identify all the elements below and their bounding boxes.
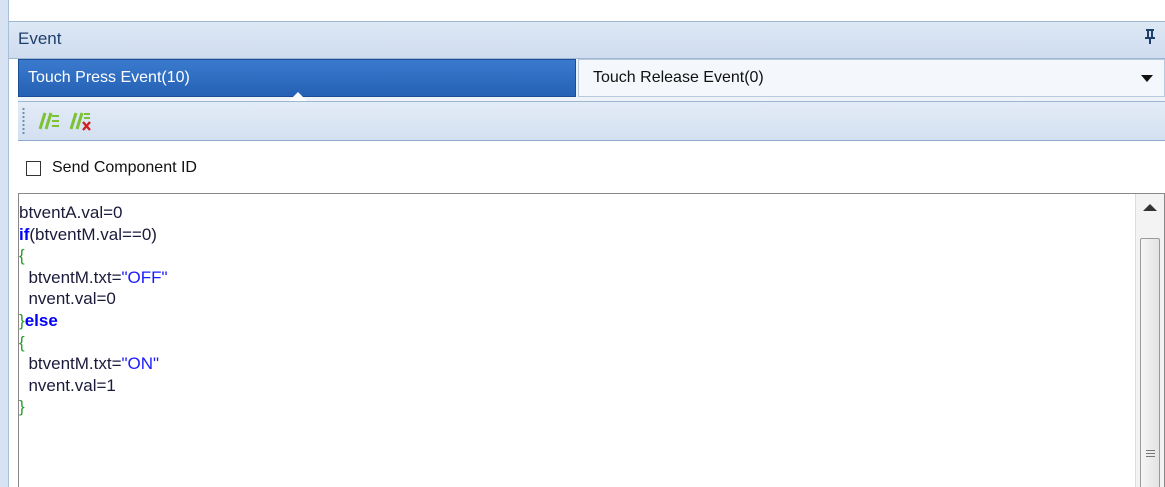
panel-title: Event <box>18 29 62 48</box>
panel-title-bar: Event <box>9 21 1165 59</box>
tab-label: Touch Press Event(10) <box>28 69 190 86</box>
scroll-thumb[interactable] <box>1140 238 1160 487</box>
code-line: } <box>19 397 25 417</box>
event-window: Event Touch Press Event(10) Touch Releas… <box>0 0 1165 487</box>
comment-lines-icon[interactable] <box>32 107 62 135</box>
code-line: { <box>19 246 25 266</box>
tab-touch-release-event[interactable]: Touch Release Event(0) <box>578 59 1165 97</box>
code-line: btventA.val=0 <box>19 203 123 222</box>
code-text[interactable]: btventA.val=0 if(btventM.val==0){ btventM… <box>19 202 1129 418</box>
code-line: nvent.val=1 <box>19 375 116 395</box>
tab-touch-press-event[interactable]: Touch Press Event(10) <box>18 59 576 101</box>
event-tab-bar: Touch Press Event(10) Touch Release Even… <box>18 59 1165 102</box>
send-component-id-checkbox[interactable] <box>26 161 41 176</box>
code-line: btventM.txt="OFF" <box>19 267 168 287</box>
code-line: nvent.val=0 <box>19 289 116 309</box>
uncomment-lines-icon[interactable] <box>66 107 96 135</box>
toolbar-grip[interactable] <box>22 107 25 135</box>
active-tab-indicator <box>289 92 307 101</box>
code-line: if(btventM.val==0) <box>19 224 157 244</box>
event-panel: Event Touch Press Event(10) Touch Releas… <box>9 8 1165 487</box>
code-line: btventM.txt="ON" <box>19 354 160 374</box>
scroll-up-arrow-icon[interactable] <box>1143 204 1157 211</box>
editor-toolbar <box>18 102 1165 141</box>
pin-icon[interactable] <box>1143 27 1157 45</box>
code-line: { <box>19 332 25 352</box>
code-line: }else <box>19 310 58 330</box>
send-component-id-label[interactable]: Send Component ID <box>52 159 197 177</box>
tab-label: Touch Release Event(0) <box>593 69 764 86</box>
vertical-scrollbar[interactable] <box>1135 194 1164 487</box>
window-left-border <box>0 0 9 487</box>
code-editor[interactable]: btventA.val=0 if(btventM.val==0){ btventM… <box>18 193 1165 487</box>
chevron-down-icon[interactable] <box>1140 71 1154 85</box>
grip-lines-icon <box>1146 450 1155 457</box>
